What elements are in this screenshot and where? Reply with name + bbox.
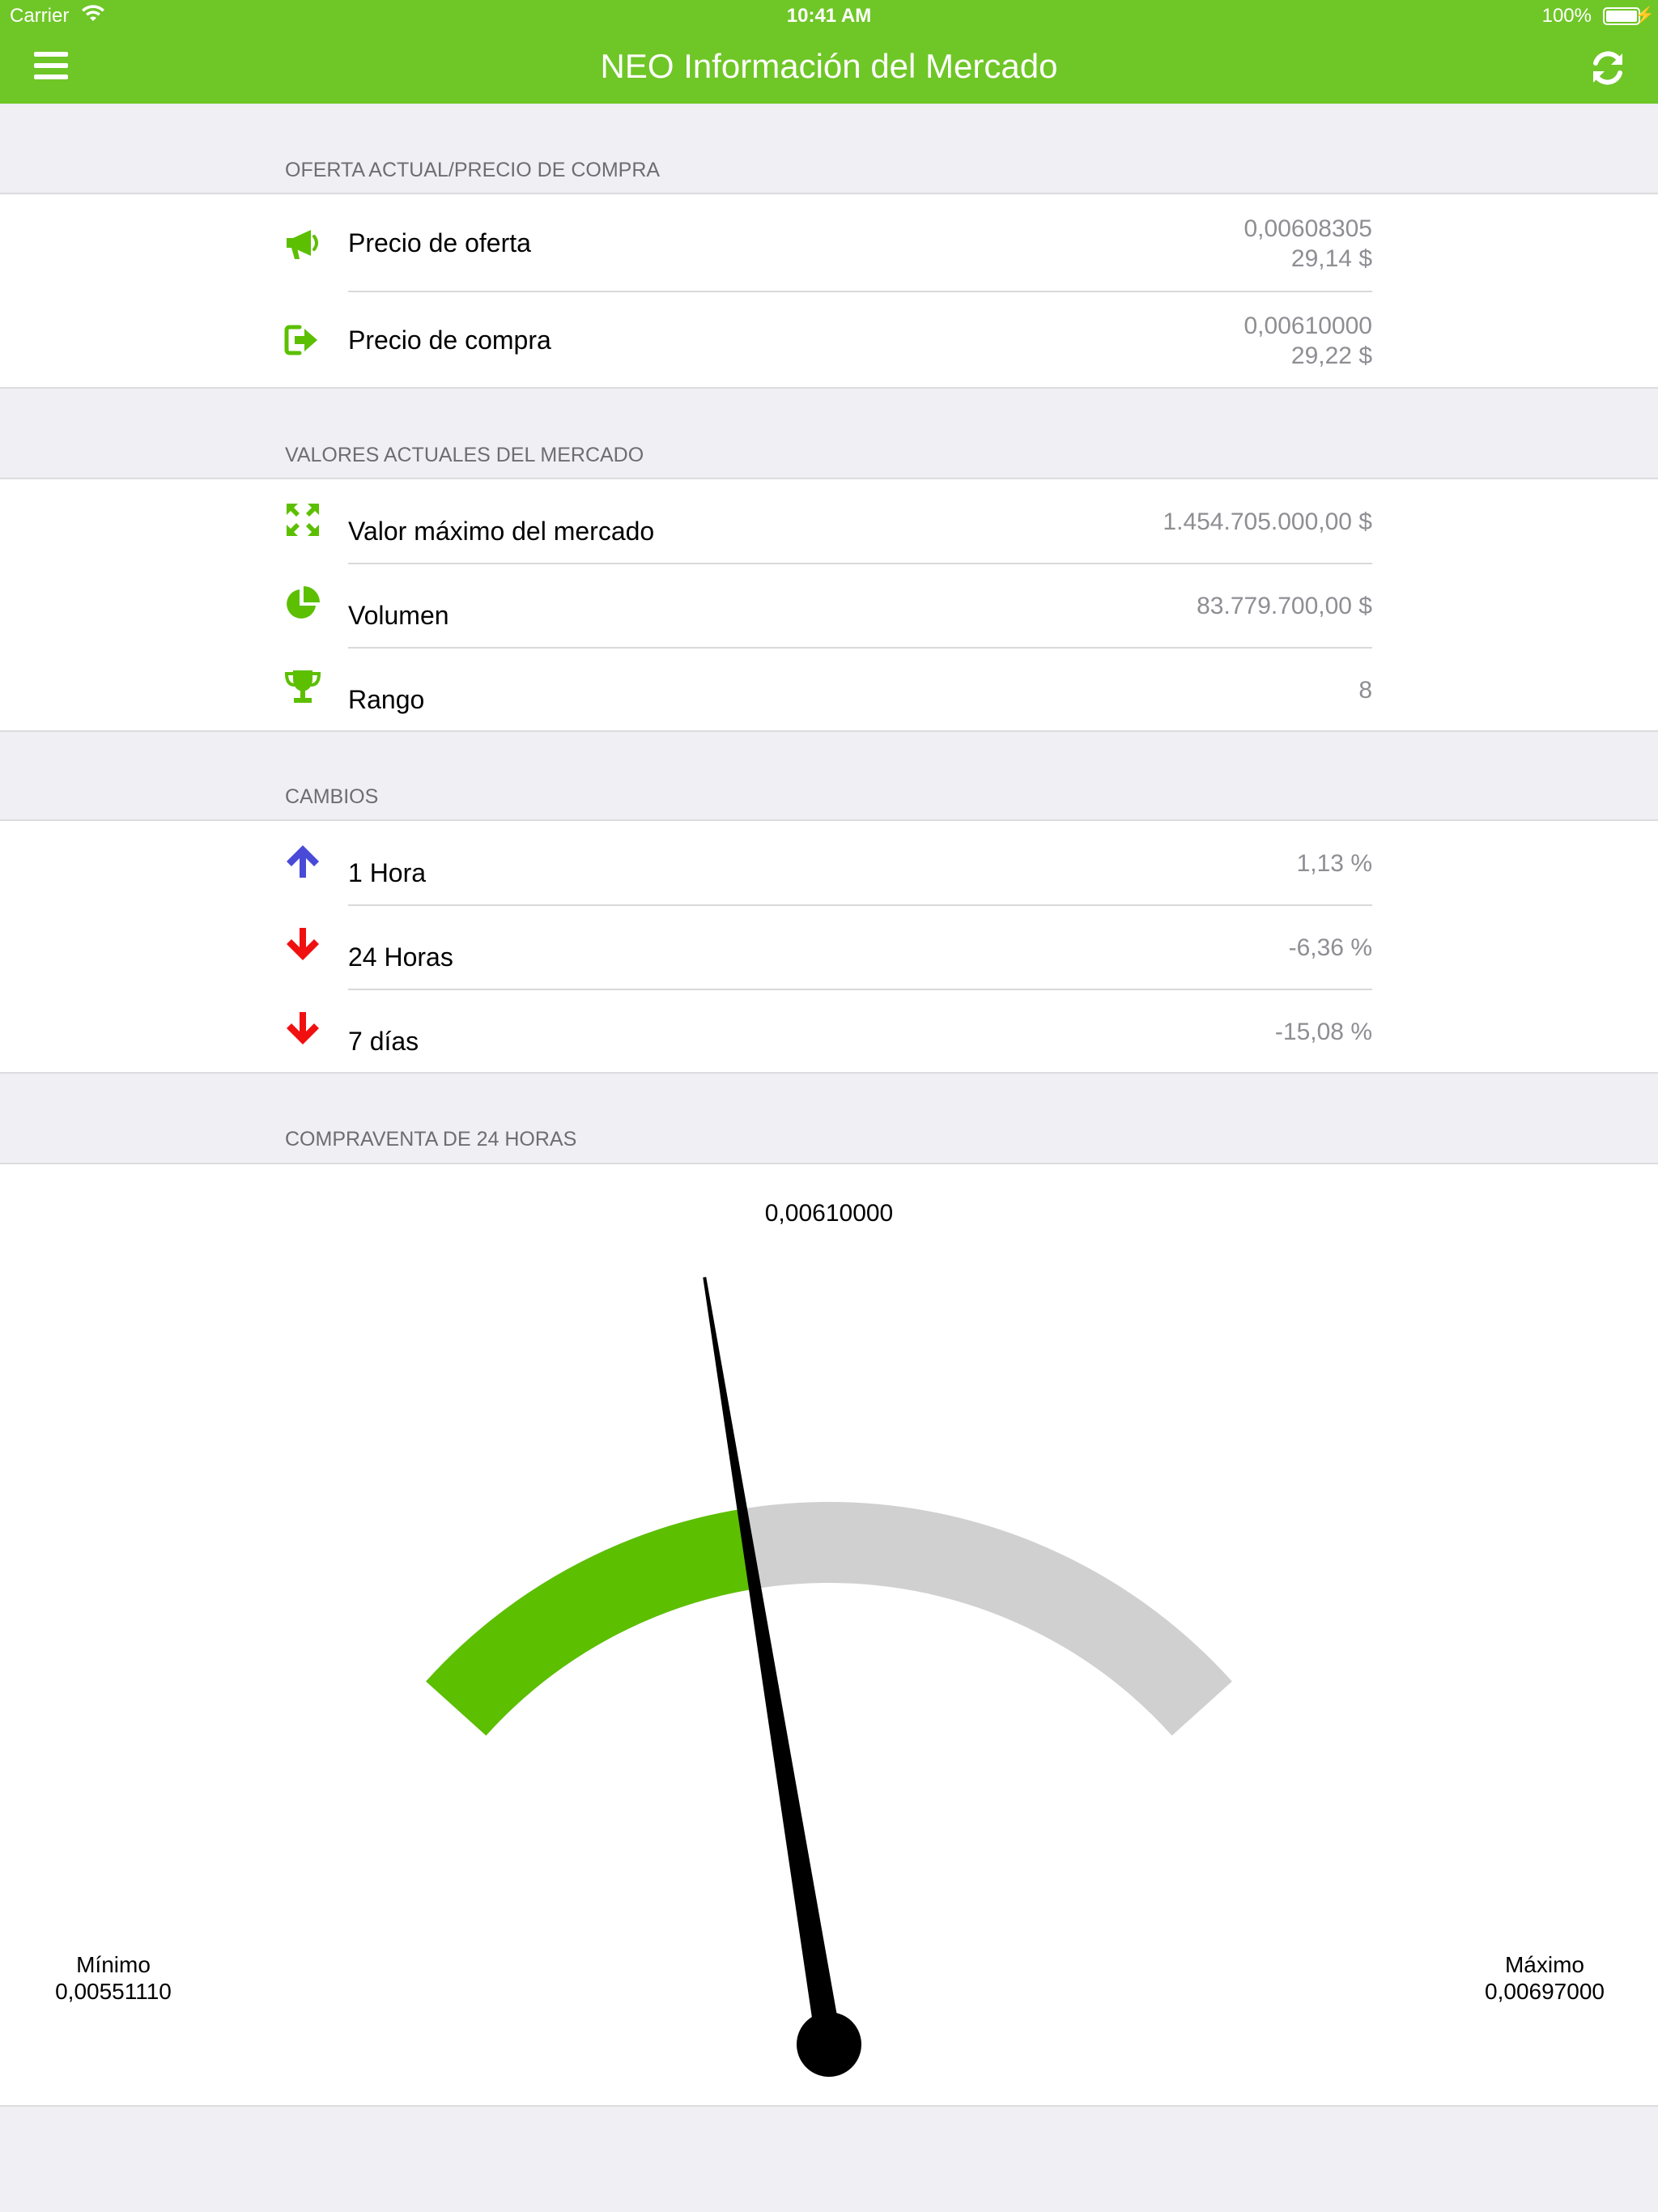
gauge-needle bbox=[703, 1277, 861, 2077]
gauge-min: Mínimo 0,00551110 bbox=[32, 1951, 194, 2005]
market-group: Valor máximo del mercado 1.454.705.000,0… bbox=[0, 478, 1658, 732]
section-header-market: VALORES ACTUALES DEL MERCADO bbox=[285, 444, 644, 466]
list-item-precio-oferta[interactable]: Precio de oferta 0,00608305 29,14 $ bbox=[0, 194, 1658, 291]
offer-group: Precio de oferta 0,00608305 29,14 $ Prec… bbox=[0, 193, 1658, 389]
max-value: 0,00697000 bbox=[1485, 1979, 1605, 2004]
price-value: 0,00610000 bbox=[1244, 313, 1373, 339]
list-item-7-dias[interactable]: 7 días -15,08 % bbox=[0, 989, 1658, 1074]
min-label: Mínimo bbox=[76, 1952, 151, 1977]
row-label: 1 Hora bbox=[348, 858, 427, 887]
expand-arrows-icon bbox=[287, 504, 319, 536]
row-value: 0,00608305 29,14 $ bbox=[1244, 214, 1373, 274]
max-label: Máximo bbox=[1504, 1952, 1584, 1977]
row-value: 0,00610000 29,22 $ bbox=[1244, 311, 1373, 371]
sign-in-icon bbox=[284, 325, 317, 355]
arrow-down-icon bbox=[287, 928, 319, 960]
row-label: Volumen bbox=[348, 601, 449, 630]
section-header-changes: CAMBIOS bbox=[285, 785, 379, 808]
usd-value: 29,22 $ bbox=[1290, 342, 1372, 369]
list-item-24-horas[interactable]: 24 Horas -6,36 % bbox=[0, 905, 1658, 989]
row-value: 83.779.700,00 $ bbox=[1197, 593, 1372, 619]
row-label: Precio de compra bbox=[348, 325, 551, 355]
usd-value: 29,14 $ bbox=[1290, 245, 1372, 272]
row-value: -6,36 % bbox=[1288, 934, 1372, 961]
row-label: 24 Horas bbox=[348, 942, 453, 972]
row-label: Rango bbox=[348, 685, 425, 714]
price-value: 0,00608305 bbox=[1244, 215, 1373, 242]
status-bar: Carrier 10:41 AM 100% ⚡ bbox=[0, 0, 1658, 32]
changes-group: 1 Hora 1,13 % 24 Horas -6,36 % 7 días -1… bbox=[0, 819, 1658, 1074]
page-title: NEO Información del Mercado bbox=[600, 47, 1058, 85]
list-item-precio-compra[interactable]: Precio de compra 0,00610000 29,22 $ bbox=[0, 291, 1658, 389]
row-value: 1,13 % bbox=[1296, 850, 1372, 877]
section-header-offer: OFERTA ACTUAL/PRECIO DE COMPRA bbox=[285, 159, 661, 181]
navigation-bar: NEO Información del Mercado bbox=[0, 32, 1658, 104]
battery-percentage: 100% bbox=[1541, 5, 1592, 27]
gauge-panel: 0,00610000 Mínimo 0,00551110 Máximo 0,00… bbox=[0, 1163, 1658, 2107]
pie-chart-icon bbox=[287, 586, 320, 619]
gauge-max: Máximo 0,00697000 bbox=[1464, 1951, 1626, 2005]
list-item-1-hora[interactable]: 1 Hora 1,13 % bbox=[0, 821, 1658, 905]
gauge-fill bbox=[426, 1508, 756, 1736]
row-label: 7 días bbox=[348, 1027, 419, 1056]
gauge bbox=[426, 1277, 1232, 2077]
section-header-gauge: COMPRAVENTA DE 24 HORAS bbox=[285, 1128, 577, 1151]
row-label: Precio de oferta bbox=[348, 228, 531, 257]
row-label: Valor máximo del mercado bbox=[348, 517, 655, 546]
min-value: 0,00551110 bbox=[55, 1979, 172, 2004]
list-item-rango[interactable]: Rango 8 bbox=[0, 648, 1658, 732]
refresh-icon[interactable] bbox=[1588, 49, 1627, 87]
arrow-down-icon bbox=[287, 1012, 319, 1044]
row-value: 8 bbox=[1358, 677, 1372, 704]
row-value: -15,08 % bbox=[1274, 1019, 1372, 1045]
trophy-icon bbox=[284, 670, 321, 703]
charging-bolt-icon: ⚡ bbox=[1635, 6, 1655, 24]
megaphone-icon bbox=[287, 230, 318, 259]
row-value: 1.454.705.000,00 $ bbox=[1163, 508, 1372, 535]
list-item-valor-maximo[interactable]: Valor máximo del mercado 1.454.705.000,0… bbox=[0, 479, 1658, 564]
status-time: 10:41 AM bbox=[786, 5, 872, 27]
list-item-volumen[interactable]: Volumen 83.779.700,00 $ bbox=[0, 564, 1658, 648]
arrow-up-icon bbox=[287, 845, 319, 878]
